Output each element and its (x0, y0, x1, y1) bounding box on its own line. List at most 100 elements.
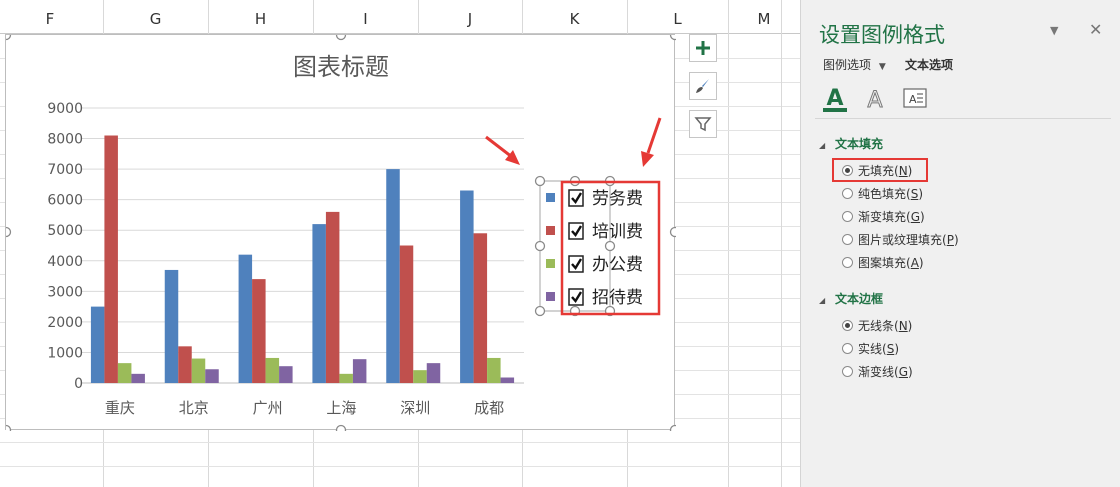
radio-button[interactable] (842, 233, 853, 245)
column-header-m[interactable]: M (758, 10, 771, 28)
bar[interactable] (191, 358, 206, 383)
section-text-border-header[interactable]: ◢ 文本边框 (819, 290, 883, 307)
chart-elements-button[interactable] (689, 34, 717, 62)
text-fill-option[interactable]: 图片或纹理填充(P) (842, 230, 959, 248)
y-tick-label: 8000 (47, 132, 83, 148)
chevron-down-icon: ▼ (878, 62, 886, 72)
bar[interactable] (131, 373, 145, 383)
radio-button[interactable] (842, 319, 853, 331)
column-header-j[interactable]: J (467, 10, 472, 28)
bar[interactable] (164, 269, 179, 383)
section-text-fill-header[interactable]: ◢ 文本填充 (819, 135, 883, 152)
bar[interactable] (460, 190, 474, 384)
text-effects-tab[interactable]: A (861, 84, 889, 114)
bar[interactable] (312, 224, 326, 383)
text-fill-option-label: 图片或纹理填充(P) (858, 232, 959, 247)
legend-label: 劳务费 (592, 189, 643, 209)
text-border-option[interactable]: 无线条(N) (842, 316, 912, 334)
x-tick-label: 广州 (253, 399, 283, 417)
resize-handle[interactable] (6, 226, 12, 238)
bar[interactable] (473, 233, 488, 383)
bar[interactable] (339, 373, 353, 383)
chart-styles-button[interactable] (689, 72, 717, 100)
text-fill-option-label: 纯色填充(S) (858, 186, 923, 201)
brush-icon (696, 79, 709, 93)
text-fill-outline-tab[interactable]: A (821, 84, 849, 114)
column-header-l[interactable]: L (673, 10, 682, 28)
legend-resize-handle[interactable] (534, 240, 546, 252)
legend-resize-handle[interactable] (569, 175, 581, 187)
legend-checkbox[interactable] (568, 189, 584, 207)
legend-checkbox[interactable] (568, 288, 584, 306)
bar[interactable] (279, 366, 293, 383)
radio-button[interactable] (842, 187, 853, 199)
pane-options-chevron-icon[interactable]: ▼ (1050, 24, 1058, 37)
legend-resize-handle[interactable] (604, 175, 616, 187)
chart-title[interactable]: 图表标题 (293, 53, 389, 81)
legend-resize-handle[interactable] (534, 305, 546, 317)
bar[interactable] (500, 377, 515, 384)
x-tick-label: 重庆 (105, 399, 135, 417)
svg-text:A: A (909, 93, 917, 106)
legend-resize-handle[interactable] (569, 305, 581, 317)
bar[interactable] (178, 346, 192, 383)
text-border-option[interactable]: 渐变线(G) (842, 362, 913, 380)
text-border-option[interactable]: 实线(S) (842, 339, 899, 357)
resize-handle[interactable] (335, 35, 347, 41)
bar[interactable] (413, 370, 427, 383)
bar[interactable] (117, 363, 132, 383)
resize-handle[interactable] (669, 35, 677, 41)
legend-swatch (546, 226, 555, 235)
legend-resize-handle[interactable] (604, 305, 616, 317)
column-header-i[interactable]: I (363, 10, 367, 28)
column-header-h[interactable]: H (255, 10, 266, 28)
spreadsheet-area[interactable]: F G H I J K L M 图表标题 0 1000 2000 3000 4000 5000 6000 7… (0, 0, 800, 487)
column-header-k[interactable]: K (570, 10, 581, 28)
resize-handle[interactable] (6, 35, 12, 41)
bar[interactable] (352, 359, 367, 383)
legend-resize-handle[interactable] (534, 175, 546, 187)
radio-button[interactable] (842, 210, 853, 222)
y-tick-label: 5000 (47, 223, 83, 239)
resize-handle[interactable] (335, 424, 347, 432)
textbox-tab[interactable]: A (901, 86, 929, 112)
text-border-option-label: 渐变线(G) (858, 364, 913, 379)
bar[interactable] (325, 211, 340, 383)
resize-handle[interactable] (669, 424, 677, 432)
chart[interactable]: 图表标题 0 1000 2000 3000 4000 5000 6000 7000 8000 90… (5, 34, 677, 432)
tab-text-options[interactable]: 文本选项 (905, 56, 953, 73)
close-icon[interactable]: ✕ (1089, 20, 1102, 39)
text-fill-option[interactable]: 图案填充(A) (842, 253, 924, 271)
legend-resize-handle[interactable] (604, 240, 616, 252)
bar[interactable] (399, 245, 414, 384)
resize-handle[interactable] (669, 226, 677, 238)
bar[interactable] (90, 306, 105, 383)
bar[interactable] (252, 279, 266, 383)
resize-handle[interactable] (6, 424, 12, 432)
legend-checkbox[interactable] (568, 222, 584, 240)
text-fill-option[interactable]: 纯色填充(S) (842, 184, 923, 202)
tab-legend-options[interactable]: 图例选项 ▼ (823, 56, 886, 73)
svg-text:A: A (867, 88, 882, 113)
chart-filters-button[interactable] (689, 110, 717, 138)
collapse-triangle-icon: ◢ (819, 141, 826, 150)
text-border-option-label: 无线条(N) (858, 318, 913, 333)
column-header-f[interactable]: F (46, 10, 55, 28)
y-tick-label: 6000 (47, 193, 83, 209)
bar[interactable] (386, 169, 400, 383)
radio-button[interactable] (842, 256, 853, 268)
bar[interactable] (238, 254, 253, 383)
bar[interactable] (265, 357, 280, 383)
bar[interactable] (205, 369, 219, 383)
svg-text:A: A (826, 86, 843, 111)
legend-swatch (546, 292, 555, 301)
bar[interactable] (426, 363, 441, 383)
column-header-g[interactable]: G (150, 10, 162, 28)
bar[interactable] (487, 357, 501, 383)
radio-button[interactable] (842, 342, 853, 354)
text-fill-option[interactable]: 渐变填充(G) (842, 207, 925, 225)
legend-checkbox[interactable] (568, 255, 584, 273)
radio-button[interactable] (842, 365, 853, 377)
y-tick-label: 0 (74, 376, 83, 392)
bar[interactable] (104, 135, 118, 384)
